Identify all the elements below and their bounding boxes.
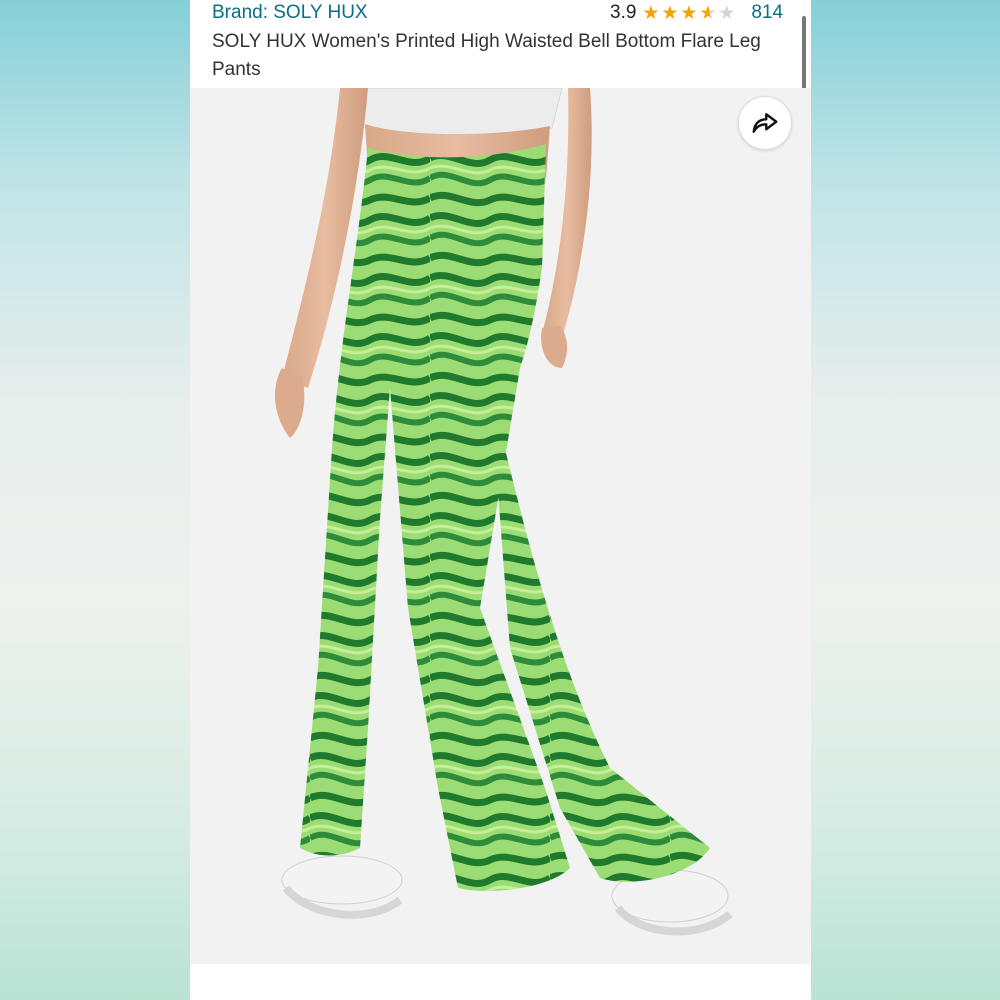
share-button[interactable] — [738, 96, 792, 150]
bottom-panel — [190, 964, 811, 1000]
rating-summary[interactable]: 3.9 ★ ★ ★ ★ ★ 814 — [610, 2, 783, 24]
brand-link[interactable]: Brand: SOLY HUX — [212, 2, 368, 24]
background-right — [811, 0, 1000, 1000]
share-icon — [752, 113, 778, 133]
star-icon: ★ — [661, 2, 679, 24]
star-empty-icon: ★ — [718, 2, 736, 24]
star-rating: ★ ★ ★ ★ ★ — [642, 4, 737, 23]
rating-value: 3.9 — [610, 2, 637, 23]
product-title: SOLY HUX Women's Printed High Waisted Be… — [212, 31, 761, 80]
background-left — [0, 0, 190, 1000]
star-icon: ★ — [680, 2, 698, 24]
scrollbar[interactable] — [802, 16, 806, 98]
product-header: Brand: SOLY HUX 3.9 ★ ★ ★ ★ ★ 814 SOLY H… — [190, 0, 811, 88]
product-image[interactable] — [190, 88, 811, 964]
review-count-link[interactable]: 814 — [751, 2, 783, 24]
star-half-icon: ★ — [699, 2, 717, 24]
pants-photo — [275, 88, 733, 936]
product-screen: Brand: SOLY HUX 3.9 ★ ★ ★ ★ ★ 814 SOLY H… — [190, 0, 811, 1000]
star-icon: ★ — [642, 2, 660, 24]
